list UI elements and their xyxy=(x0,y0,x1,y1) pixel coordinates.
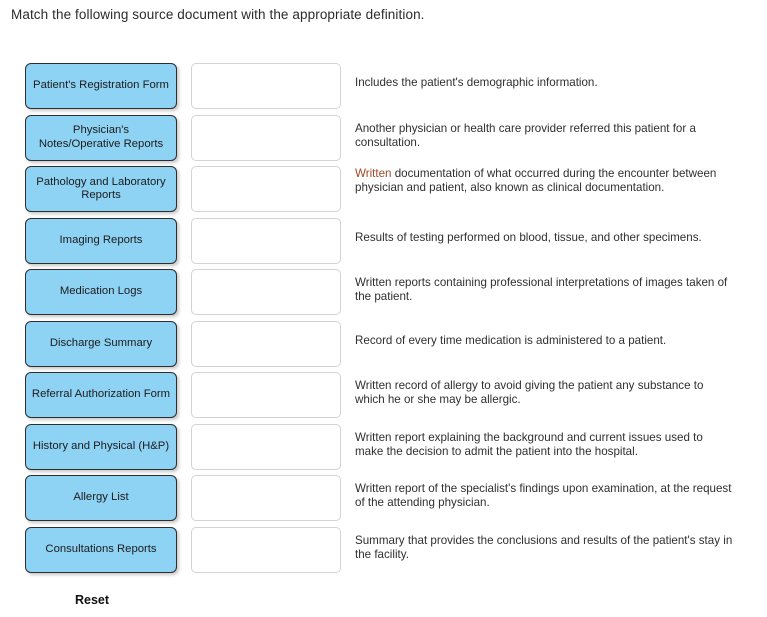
source-document-chip[interactable]: Referral Authorization Form xyxy=(25,372,177,418)
source-document-chip[interactable]: History and Physical (H&P) xyxy=(25,423,177,470)
answer-drop-zone[interactable] xyxy=(191,217,341,264)
match-row: Physician's Notes/Operative Reports Anoth… xyxy=(0,114,767,167)
definition-text: Written record of allergy to avoid givin… xyxy=(355,379,704,406)
source-document-chip[interactable]: Consultations Reports xyxy=(25,526,177,573)
match-row: Allergy List Written report of the specia… xyxy=(0,475,767,527)
page-title: Match the following source document with… xyxy=(11,7,425,22)
match-row: Pathology and Laboratory Reports Written … xyxy=(0,166,767,218)
source-document-chip[interactable]: Discharge Summary xyxy=(25,320,177,367)
definition-text: Another physician or health care provide… xyxy=(355,121,696,149)
answer-drop-zone[interactable] xyxy=(191,63,341,109)
definition-text: Written report explaining the background… xyxy=(355,430,703,458)
source-document-chip[interactable]: Allergy List xyxy=(25,475,177,521)
definition-remainder: documentation of what occurred during th… xyxy=(355,167,717,194)
answer-drop-zone[interactable] xyxy=(191,372,341,418)
reset-button[interactable]: Reset xyxy=(75,593,109,607)
definition-text: Results of testing performed on blood, t… xyxy=(355,230,702,244)
answer-drop-zone[interactable] xyxy=(191,475,341,521)
source-document-chip[interactable]: Patient's Registration Form xyxy=(25,63,177,109)
definition-text: Summary that provides the conclusions an… xyxy=(355,533,733,561)
answer-drop-zone[interactable] xyxy=(191,320,341,367)
match-row: Discharge Summary Record of every time me… xyxy=(0,320,767,373)
match-row: Referral Authorization Form Written recor… xyxy=(0,372,767,424)
definition-text: Written documentation of what occurred d… xyxy=(355,167,733,195)
answer-drop-zone[interactable] xyxy=(191,269,341,315)
match-row: History and Physical (H&P) Written report… xyxy=(0,423,767,476)
answer-drop-zone[interactable] xyxy=(191,423,341,470)
definition-text: Written report of the specialist's findi… xyxy=(355,482,732,509)
match-row: Imaging Reports Results of testing perfor… xyxy=(0,217,767,270)
answer-drop-zone[interactable] xyxy=(191,526,341,573)
definition-text: Includes the patient's demographic infor… xyxy=(355,76,598,89)
match-row: Consultations Reports Summary that provid… xyxy=(0,526,767,579)
match-row: Patient's Registration Form Includes the … xyxy=(0,63,767,115)
source-document-chip[interactable]: Medication Logs xyxy=(25,269,177,315)
definition-highlighted-word: Written xyxy=(355,167,392,180)
source-document-chip[interactable]: Pathology and Laboratory Reports xyxy=(25,166,177,212)
source-document-chip[interactable]: Imaging Reports xyxy=(25,217,177,264)
definition-text: Written reports containing professional … xyxy=(355,276,728,303)
answer-drop-zone[interactable] xyxy=(191,114,341,161)
match-row: Medication Logs Written reports containin… xyxy=(0,269,767,321)
definition-text: Record of every time medication is admin… xyxy=(355,333,667,347)
matching-exercise-grid: Patient's Registration Form Includes the … xyxy=(0,63,767,578)
answer-drop-zone[interactable] xyxy=(191,166,341,212)
source-document-chip[interactable]: Physician's Notes/Operative Reports xyxy=(25,114,177,161)
